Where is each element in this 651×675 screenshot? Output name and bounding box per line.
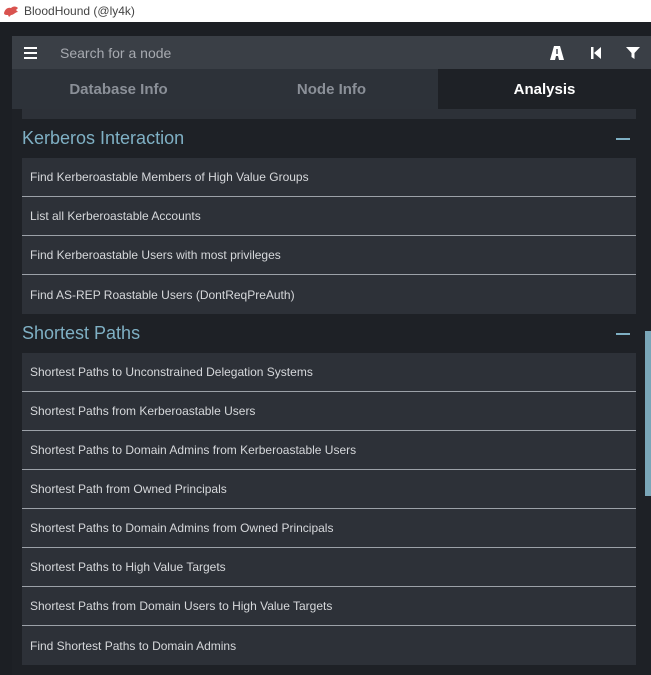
query-item[interactable]: Find Shortest Paths to Domain Admins [22,626,636,665]
section-title: Kerberos Interaction [22,128,185,148]
window-titlebar: BloodHound (@ly4k) [0,0,651,22]
search-bar [12,36,651,69]
main-panel: Database Info Node Info Analysis Kerbero… [12,36,651,675]
tab-node-info[interactable]: Node Info [225,69,438,109]
query-item[interactable]: Shortest Path from Owned Principals [22,470,636,509]
tab-bar: Database Info Node Info Analysis [12,69,651,109]
query-item[interactable]: Shortest Paths to Domain Admins from Ker… [22,431,636,470]
tab-database-info[interactable]: Database Info [12,69,225,109]
query-item[interactable]: Find Kerberoastable Members of High Valu… [22,158,636,197]
filter-icon[interactable] [624,44,642,62]
pathfinding-icon[interactable] [548,44,566,62]
scrollbar-thumb[interactable] [645,331,651,496]
hamburger-menu-icon[interactable] [24,46,38,59]
previous-section-edge [22,109,636,119]
analysis-content: Kerberos Interaction Find Kerberoastable… [22,109,636,665]
tab-analysis[interactable]: Analysis [438,69,651,109]
collapse-icon[interactable] [616,332,630,335]
section-header-shortest-paths[interactable]: Shortest Paths [22,314,636,353]
query-item[interactable]: List all Kerberoastable Accounts [22,197,636,236]
collapse-icon[interactable] [616,137,630,140]
window-title: BloodHound (@ly4k) [24,4,135,18]
section-header-kerberos-interaction[interactable]: Kerberos Interaction [22,119,636,158]
query-item[interactable]: Find AS-REP Roastable Users (DontReqPreA… [22,275,636,314]
query-item[interactable]: Shortest Paths to Unconstrained Delegati… [22,353,636,392]
query-item[interactable]: Shortest Paths from Domain Users to High… [22,587,636,626]
query-item[interactable]: Shortest Paths to High Value Targets [22,548,636,587]
back-icon[interactable] [587,44,605,62]
bloodhound-logo-icon [4,6,18,17]
query-item[interactable]: Shortest Paths from Kerberoastable Users [22,392,636,431]
query-item[interactable]: Find Kerberoastable Users with most priv… [22,236,636,275]
section-title: Shortest Paths [22,323,141,343]
search-input[interactable] [60,44,520,61]
query-item[interactable]: Shortest Paths to Domain Admins from Own… [22,509,636,548]
